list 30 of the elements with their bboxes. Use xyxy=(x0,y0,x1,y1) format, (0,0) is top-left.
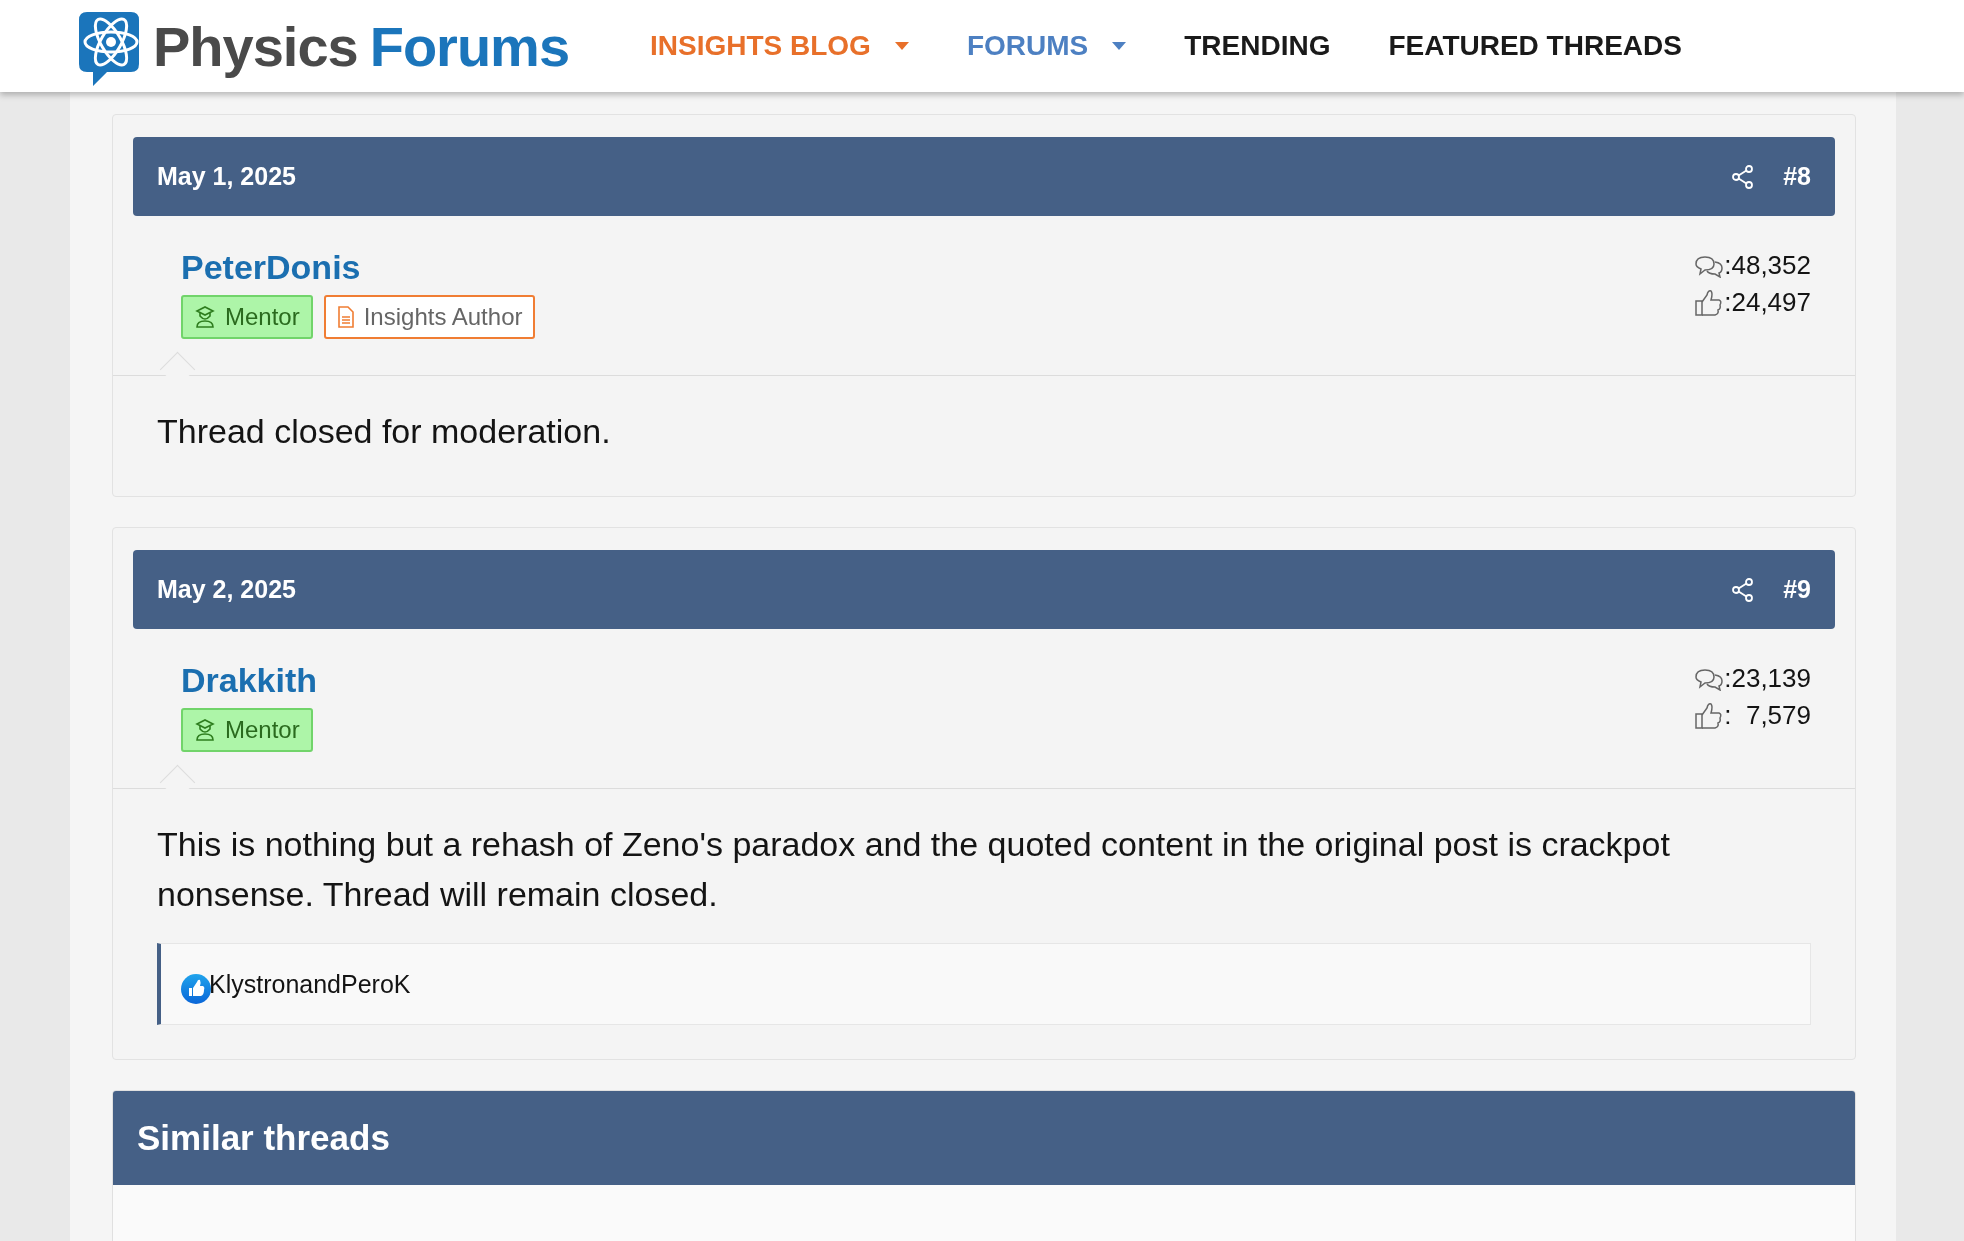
speech-bubbles-icon xyxy=(1694,253,1725,278)
post-date[interactable]: May 2, 2025 xyxy=(157,575,296,604)
thumbs-up-icon xyxy=(181,974,211,1004)
logo-text[interactable]: Physics xyxy=(153,13,358,79)
reaction-users-link[interactable]: KlystronandPeroK xyxy=(209,969,411,999)
nav-link[interactable]: FORUMS xyxy=(966,30,1089,62)
graduate-icon xyxy=(194,306,216,328)
post-date[interactable]: May 1, 2025 xyxy=(157,162,296,191)
message-count: :23,139 xyxy=(1724,663,1811,694)
post-text: This is nothing but a rehash of Zeno's paradox and the quoted content in the original post is crackpot nonsense. Thread will remain closed. xyxy=(157,824,1671,915)
user-badge: Mentor xyxy=(181,295,313,339)
user-badge: Insights Author xyxy=(323,295,536,339)
like-count: :24,497 xyxy=(1724,287,1811,318)
message-count: :48,352 xyxy=(1724,250,1811,281)
username-link[interactable]: PeterDonis xyxy=(181,248,536,287)
like-count: : 7,579 xyxy=(1724,700,1811,731)
graduate-icon xyxy=(194,719,216,741)
post-number-link[interactable]: #9 xyxy=(1783,575,1811,604)
username-link[interactable]: Drakkith xyxy=(181,661,318,700)
section-title: Similar threads xyxy=(137,1118,390,1158)
speech-bubbles-icon xyxy=(1694,666,1725,691)
user-badge: Mentor xyxy=(181,708,313,752)
document-icon xyxy=(336,306,355,328)
nav-link[interactable]: TRENDING xyxy=(1184,30,1331,62)
logo-text[interactable]: Forums xyxy=(369,13,570,79)
share-icon xyxy=(1732,577,1754,602)
post-text: Thread closed for moderation. xyxy=(157,411,612,452)
post-number-link[interactable]: #8 xyxy=(1783,162,1811,191)
nav-link[interactable]: FEATURED THREADS xyxy=(1388,30,1682,62)
share-icon xyxy=(1732,164,1754,189)
